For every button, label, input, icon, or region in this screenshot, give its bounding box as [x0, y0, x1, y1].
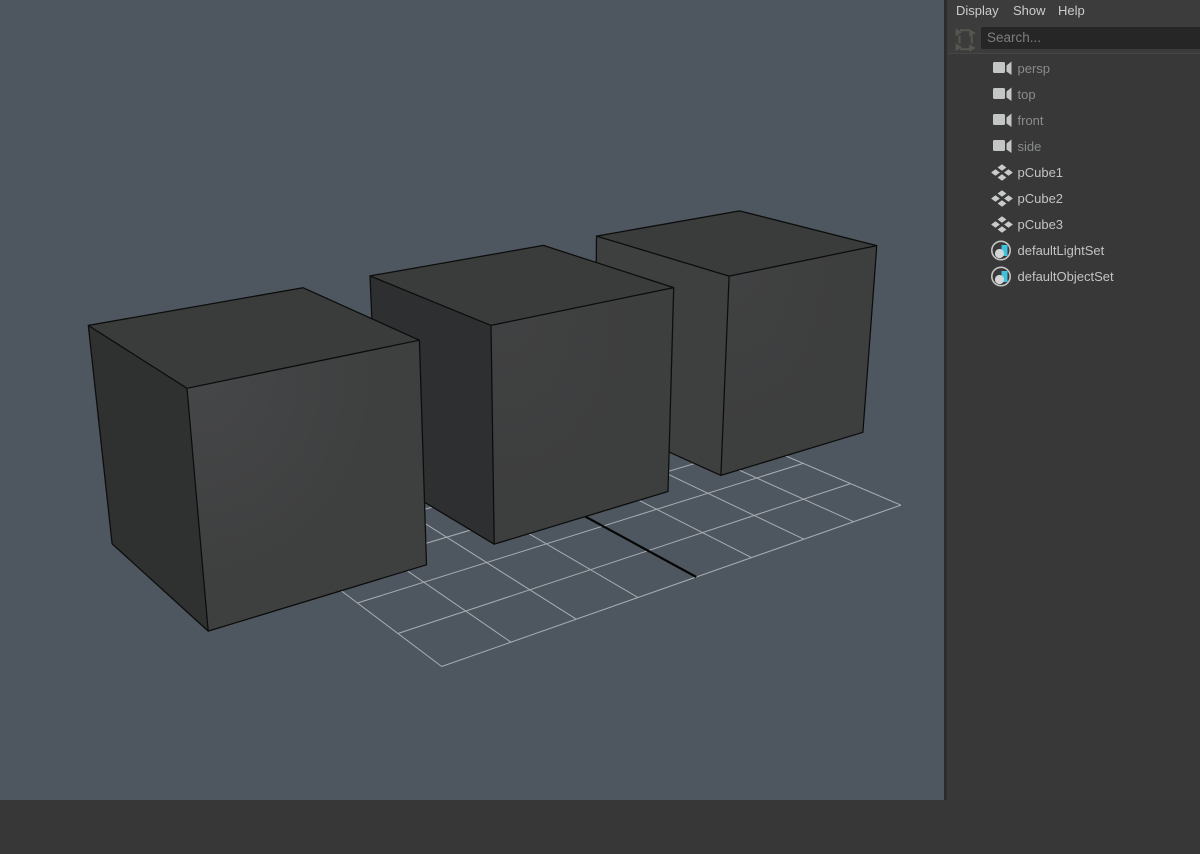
- svg-text:pCube3: pCube3: [1018, 217, 1064, 232]
- svg-text:front: front: [1018, 113, 1044, 128]
- svg-text:defaultLightSet: defaultLightSet: [1018, 243, 1105, 258]
- svg-text:side: side: [1018, 139, 1042, 154]
- svg-text:pCube2: pCube2: [1018, 191, 1064, 206]
- svg-text:persp: persp: [1018, 61, 1051, 76]
- svg-text:pCube1: pCube1: [1018, 165, 1064, 180]
- svg-text:top: top: [1018, 87, 1036, 102]
- svg-text:defaultObjectSet: defaultObjectSet: [1018, 269, 1115, 284]
